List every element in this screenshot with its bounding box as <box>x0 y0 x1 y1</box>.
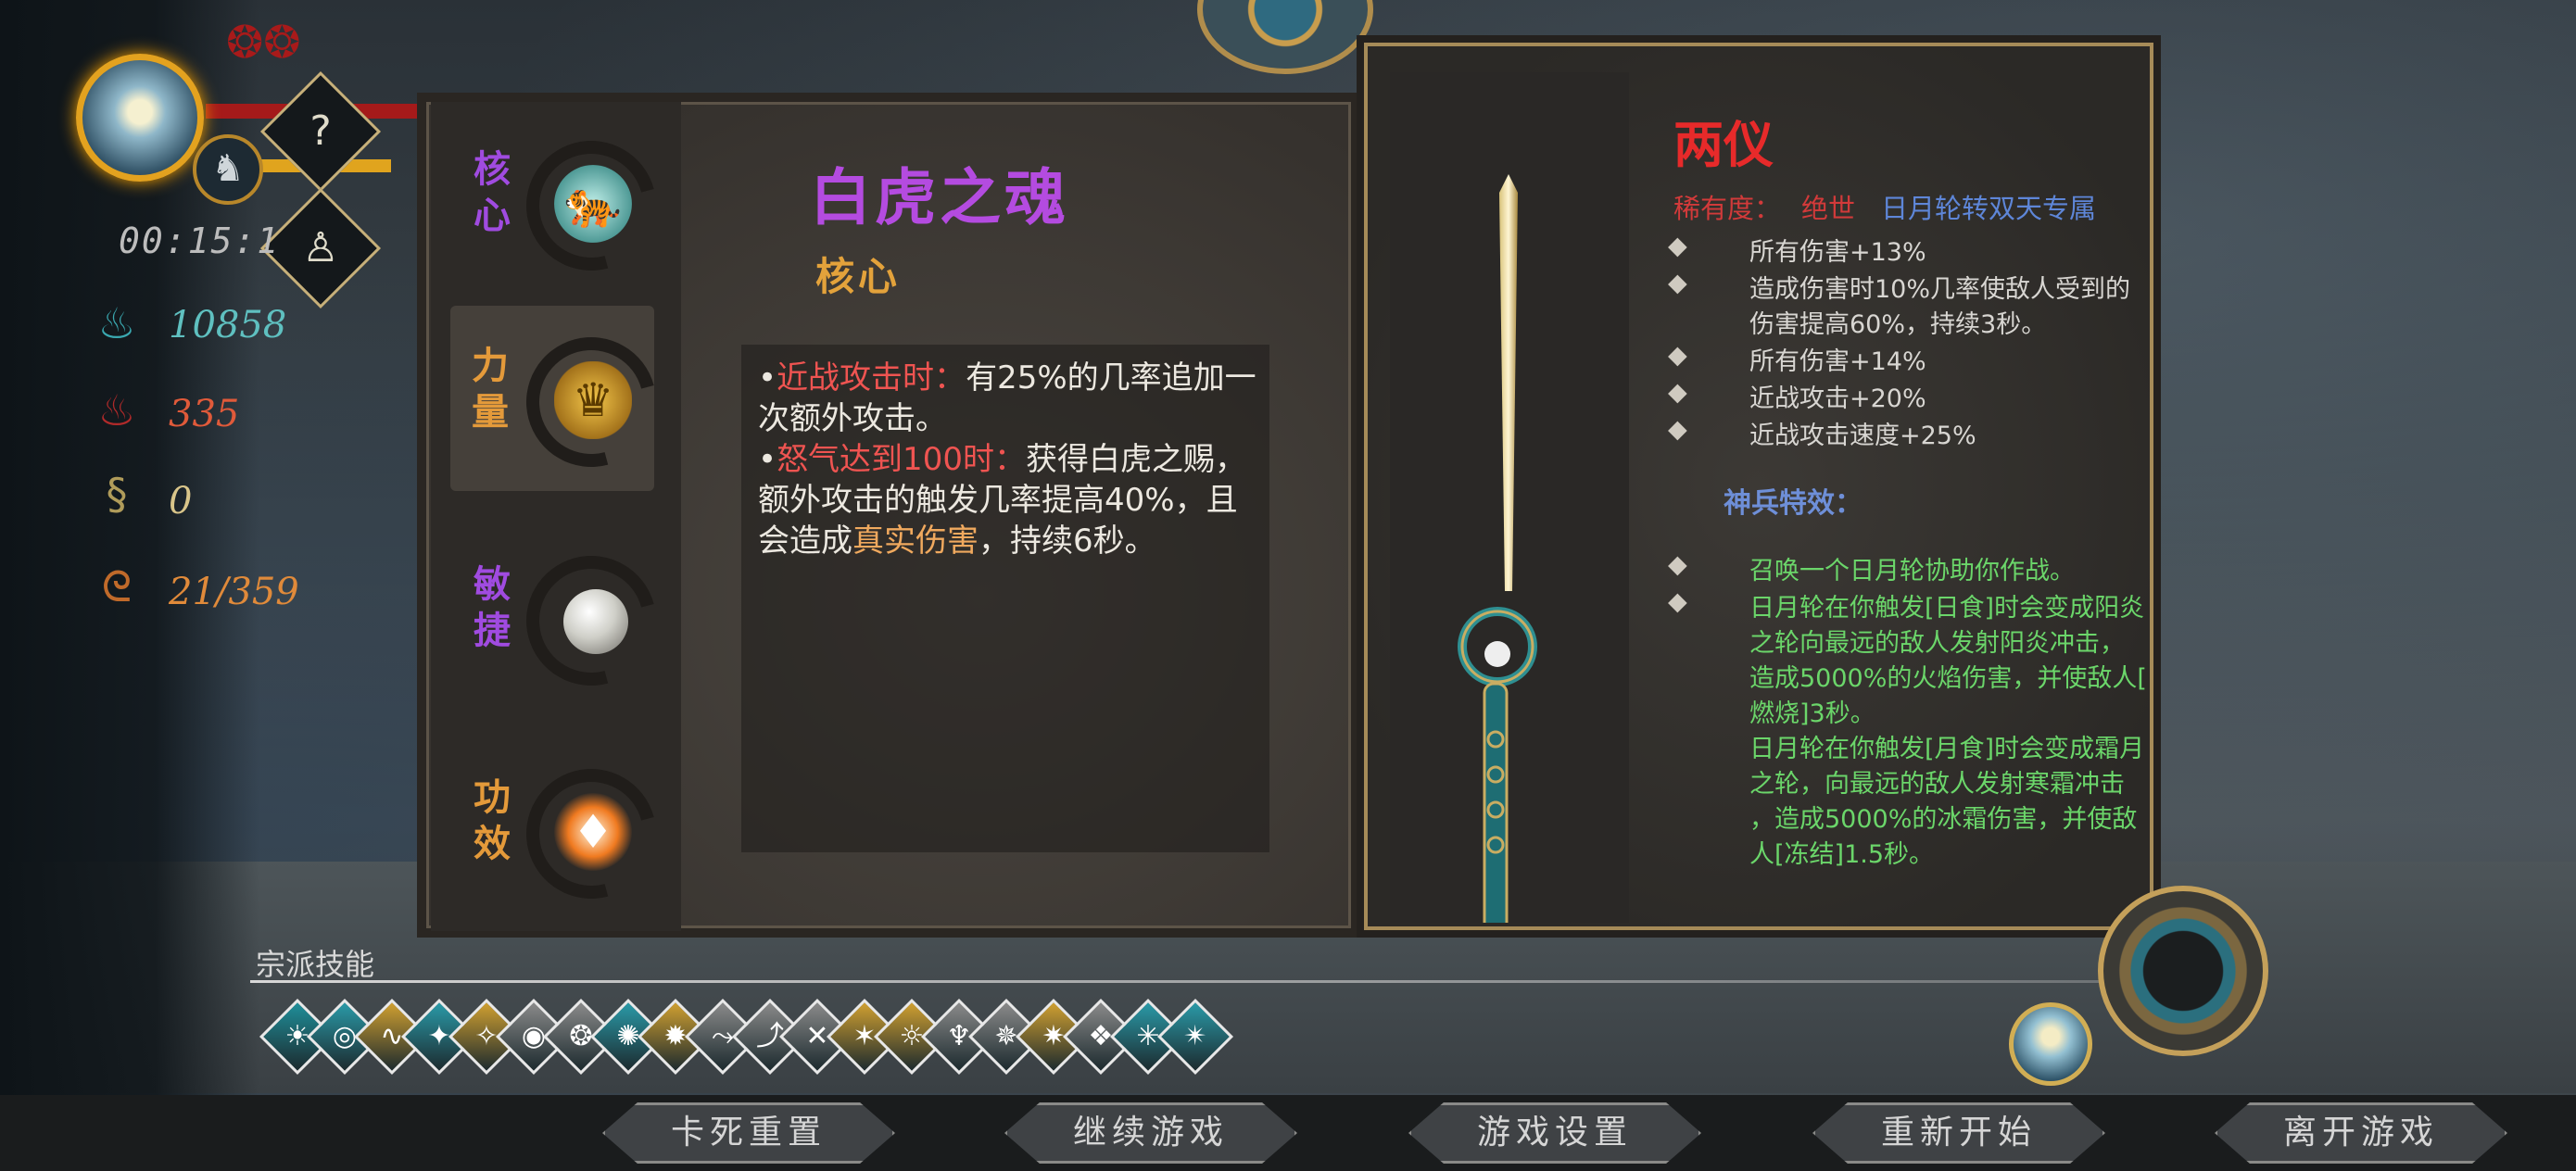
attribute-line: ◆ 近战攻击速度+25% <box>1668 415 1976 450</box>
tab-agility[interactable]: 敏捷 <box>461 524 680 710</box>
special-line: 人[冻结]1.5秒。 <box>1749 840 1935 869</box>
sword-icon <box>1458 174 1537 963</box>
special-line: 之轮，向最远的敌人发射寒霜冲击 <box>1749 770 2125 799</box>
clan-emblem-icon: ❂❂ <box>226 17 301 69</box>
rarity-value: 绝世 <box>1801 193 1856 224</box>
skill-description: •近战攻击时：有25%的几率追加一次额外攻击。 •怒气达到100时：获得白虎之赐… <box>758 358 1258 561</box>
question-icon: ? <box>309 107 332 155</box>
rarity-label: 稀有度： <box>1673 193 1782 224</box>
sun-moon-wheel-button[interactable] <box>2098 886 2268 1056</box>
white-tiger-icon: 🐅 <box>554 165 632 243</box>
tab-core-label: 核心 <box>474 147 511 237</box>
restart-button[interactable]: 重新开始 <box>1812 1102 2105 1164</box>
person-icon: ♙ <box>302 224 339 271</box>
attribute-line: ◆ 所有伤害+14% <box>1668 341 1926 376</box>
desc-b2-text-b: ，持续6秒。 <box>979 523 1156 560</box>
tab-agility-label: 敏捷 <box>474 562 511 652</box>
exclusive-tag: 日月轮转双天专属 <box>1881 193 2097 224</box>
attribute-line: ◆ 所有伤害+13% <box>1668 232 1926 267</box>
skill-title: 白虎之魂 <box>810 161 1069 233</box>
player-portrait[interactable] <box>76 54 204 182</box>
weapon-image-box <box>1390 72 1629 963</box>
stat-serpent: 0 <box>169 480 193 523</box>
attribute-line: 伤害提高60%，持续3秒。 <box>1749 310 2047 339</box>
tab-effect[interactable]: 功效 ♦ <box>461 737 680 923</box>
skill-category: 核心 <box>815 254 902 299</box>
stat-souls: 10858 <box>169 304 287 346</box>
clan-skills-label: 宗派技能 <box>256 947 375 982</box>
desc-b2-label: 怒气达到100时： <box>777 441 1026 478</box>
attribute-line: ◆ 近战攻击+20% <box>1668 378 1926 413</box>
desc-true-damage: 真实伤害 <box>852 523 979 560</box>
red-flame-icon: ♨ <box>97 385 136 435</box>
special-line: 之轮向最远的敌人发射阳炎冲击， <box>1749 629 2125 658</box>
special-line: ◆ 日月轮在你触发[日食]时会变成阳炎 <box>1668 587 2145 623</box>
pearl-icon <box>563 589 628 654</box>
tab-strength[interactable]: 力量 ♛ <box>450 306 680 491</box>
attribute-line: ◆ 造成伤害时10%几率使敌人受到的 <box>1668 269 2131 304</box>
leave-game-button[interactable]: 离开游戏 <box>2215 1102 2507 1164</box>
serpent-icon: § <box>106 469 128 519</box>
weapon-rarity: 稀有度： 绝世 日月轮转双天专属 <box>1673 187 2096 226</box>
spiral-icon: ᘓ <box>101 561 133 611</box>
flame-crystal-icon: ♦ <box>554 793 632 871</box>
portrait-mini-button[interactable] <box>2009 1002 2092 1086</box>
special-line: ◆ 召唤一个日月轮协助你作战。 <box>1668 550 2075 586</box>
weapon-name: 两仪 <box>1673 115 1774 174</box>
game-settings-button[interactable]: 游戏设置 <box>1408 1102 1701 1164</box>
special-line: 日月轮在你触发[月食]时会变成霜月 <box>1749 735 2145 763</box>
golden-seal-icon: ♛ <box>554 361 632 439</box>
mount-icon[interactable]: ♞ <box>193 134 263 205</box>
tab-strength-label: 力量 <box>472 344 509 434</box>
special-line: 燃烧]3秒。 <box>1749 699 1875 728</box>
desc-bullet-1: •近战攻击时：有25%的几率追加一次额外攻击。 <box>758 359 1256 437</box>
desc-b1-label: 近战攻击时： <box>777 359 966 397</box>
tab-effect-label: 功效 <box>474 775 511 865</box>
special-line: 造成5000%的火焰伤害，并使敌人[ <box>1749 664 2147 693</box>
desc-bullet-2: •怒气达到100时：获得白虎之赐，额外攻击的触发几率提高40%，且会造成真实伤害… <box>758 441 1246 560</box>
stat-progress: 21/359 <box>169 571 299 613</box>
continue-game-button[interactable]: 继续游戏 <box>1004 1102 1297 1164</box>
soul-flame-icon: ♨ <box>97 298 136 348</box>
unstuck-reset-button[interactable]: 卡死重置 <box>602 1102 895 1164</box>
run-timer: 00:15:1 <box>119 220 281 261</box>
clan-skills-divider <box>250 980 2150 983</box>
stat-flame: 335 <box>169 393 240 435</box>
clan-skill-glyph: ✴ <box>1183 1020 1207 1052</box>
tab-core[interactable]: 核心 🐅 <box>461 109 680 295</box>
special-effect-header: 神兵特效： <box>1724 487 1863 520</box>
special-line: ，造成5000%的冰霜伤害，并使敌 <box>1749 805 2138 834</box>
